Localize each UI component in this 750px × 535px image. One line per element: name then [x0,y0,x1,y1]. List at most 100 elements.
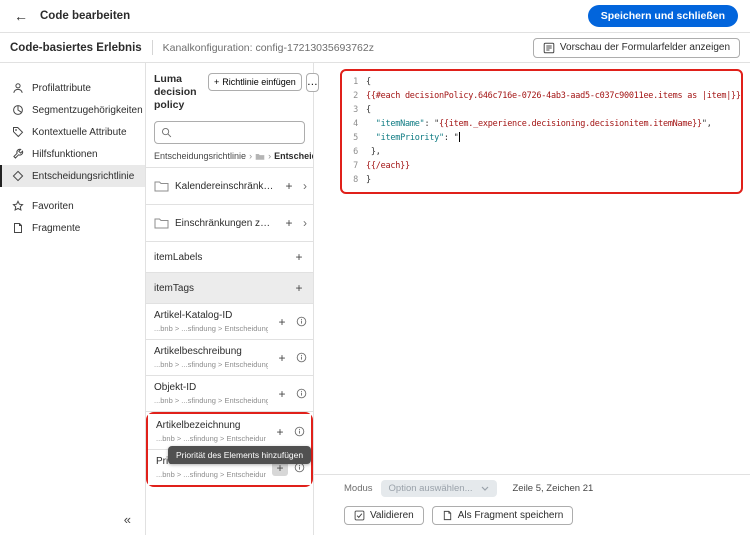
chevron-down-icon [481,486,489,491]
list-item-itemlabels[interactable]: itemLabels + [146,242,313,274]
list-item-label: Artikel-Katalog-ID [154,310,233,322]
sidebar-item-segment-memberships[interactable]: Segmentzugehörigkeiten [0,99,145,121]
preview-form-fields-button[interactable]: Vorschau der Formularfelder anzeigen [532,37,740,58]
search-icon [161,127,172,138]
red-annotation-box: Artikelbezeichnung ...bnb > ...sfindung … [146,412,313,488]
list-item-article-name[interactable]: Artikelbezeichnung ...bnb > ...sfindung … [148,414,311,451]
collapse-sidebar-button[interactable]: « [124,512,131,527]
code-editor[interactable]: 1{2 {{#each decisionPolicy.646c716e-0726-… [314,63,750,474]
list-item-label: Einschränkungen zum Artikel [175,217,275,229]
list-item-label: Artikelbeschreibung [154,346,242,358]
list-item-path: ...bnb > ...sfindung > Entscheidungsarti… [156,470,266,480]
validate-label: Validieren [370,510,414,521]
list-item-path: ...bnb > ...sfindung > Entscheidungsarti… [154,360,268,370]
add-button[interactable]: + [291,249,307,265]
add-button[interactable]: + [274,386,290,402]
code-line[interactable]: 3{ [342,103,739,117]
preview-button-label: Vorschau der Formularfelder anzeigen [559,42,730,53]
breadcrumb: Entscheidungsrichtlinie › › Entscheidu..… [146,150,313,167]
list-item-calendar-constraints[interactable]: Kalendereinschränkungen... + › [146,168,313,206]
info-icon[interactable] [296,352,307,363]
channel-config: Kanalkonfiguration: config-1721303569376… [162,41,374,54]
add-button[interactable]: + [291,280,307,296]
chevron-right-icon: › [249,151,253,162]
save-fragment-button[interactable]: Als Fragment speichern [431,506,574,525]
list-item-article-catalog-id[interactable]: Artikel-Katalog-ID ...bnb > ...sfindung … [146,304,313,341]
sidebar-item-decision-policy[interactable]: Entscheidungsrichtlinie [0,165,145,187]
cursor-position: Zeile 5, Zeichen 21 [512,482,594,494]
code-line[interactable]: 5 "itemPriority": " [342,131,739,145]
add-button[interactable]: + [274,314,290,330]
header-bar: ← Code bearbeiten Speichern und schließe… [0,0,750,33]
sidebar-item-label: Hilfsfunktionen [32,148,98,160]
mode-label: Modus [344,482,373,494]
list-item-path: ...bnb > ...sfindung > Entscheidungsarti… [154,324,268,334]
add-button[interactable]: + [281,178,297,194]
search-box[interactable] [154,121,305,145]
insert-policy-button[interactable]: + Richtlinie einfügen [208,73,302,91]
add-button[interactable]: + [274,350,290,366]
list-item-itemtags[interactable]: itemTags + [146,273,313,305]
sidebar-item-contextual-attributes[interactable]: Kontextuelle Attribute [0,121,145,143]
breadcrumb-root[interactable]: Entscheidungsrichtlinie [154,151,246,161]
sidebar-item-label: Fragmente [32,222,81,234]
sidebar-item-label: Kontextuelle Attribute [32,126,127,138]
sidebar-item-fragments[interactable]: Fragmente [0,217,145,239]
info-icon[interactable] [294,462,305,473]
code-line[interactable]: 7 {{/each}} [342,159,739,173]
folder-icon[interactable] [255,152,265,161]
info-icon[interactable] [296,316,307,327]
list-item-label: itemTags [154,282,195,294]
mode-select-value: Option auswählen... [388,482,473,494]
back-icon[interactable]: ← [14,8,28,24]
add-button[interactable]: + [281,215,297,231]
list-item-article-description[interactable]: Artikelbeschreibung ...bnb > ...sfindung… [146,340,313,377]
add-button[interactable]: + [272,424,288,440]
tag-icon [12,126,24,138]
code-line[interactable]: 4 "itemName": "{{item._experience.decisi… [342,117,739,131]
validate-button[interactable]: Validieren [344,506,424,525]
sidebar-item-label: Profilattribute [32,82,91,94]
save-close-button[interactable]: Speichern und schließen [587,5,738,27]
expand-chevron-icon[interactable]: › [303,216,307,230]
code-line[interactable]: 6 }, [342,145,739,159]
code-line[interactable]: 1{ [342,75,739,89]
wrench-icon [12,148,24,160]
search-input[interactable] [177,127,298,139]
code-line[interactable]: 8} [342,173,739,187]
line-number: 6 [353,147,358,157]
code-editor-panel: 1{2 {{#each decisionPolicy.646c716e-0726-… [314,63,750,535]
save-fragment-label: Als Fragment speichern [457,510,564,521]
list-item-path: ...bnb > ...sfindung > Entscheidungsarti… [154,396,268,406]
list-item-item-constraints[interactable]: Einschränkungen zum Artikel + › [146,205,313,243]
info-icon[interactable] [296,388,307,399]
line-number: 4 [353,119,358,129]
list-item-label: Objekt-ID [154,382,197,394]
editor-status-bar: Modus Option auswählen... Zeile 5, Zeich… [314,474,750,501]
sidebar-item-label: Segmentzugehörigkeiten [32,104,143,116]
sidebar-item-favorites[interactable]: Favoriten [0,195,145,217]
policy-title: Luma decision policy [154,73,197,112]
expand-chevron-icon[interactable]: › [303,179,307,193]
info-icon[interactable] [294,426,305,437]
validate-icon [354,510,365,521]
sidebar-item-helper-functions[interactable]: Hilfsfunktionen [0,143,145,165]
sidebar-item-profile-attributes[interactable]: Profilattribute [0,77,145,99]
line-number: 1 [353,77,358,87]
list-item-path: ...bnb > ...sfindung > Entscheidungsarti… [156,434,266,444]
sidebar-item-label: Entscheidungsrichtlinie [32,170,135,182]
line-number: 2 [353,91,358,101]
code-annotation-box: 1{2 {{#each decisionPolicy.646c716e-0726-… [340,69,743,194]
plus-icon: + [214,77,220,87]
list-item-label: Kalendereinschränkungen... [175,180,275,192]
app-toolbar: Code-basiertes Erlebnis Kanalkonfigurati… [0,33,750,63]
form-preview-icon [543,42,555,54]
person-icon [12,82,24,94]
breadcrumb-current[interactable]: Entscheidu... [274,151,313,161]
mode-select[interactable]: Option auswählen... [380,479,497,497]
code-line[interactable]: 2 {{#each decisionPolicy.646c716e-0726-4a… [342,89,741,103]
list-item-label: Artikelbezeichnung [156,420,241,432]
code-lines[interactable]: 1{2 {{#each decisionPolicy.646c716e-0726-… [342,75,741,187]
list-item-object-id[interactable]: Objekt-ID ...bnb > ...sfindung > Entsche… [146,376,313,413]
editor-actions: Validieren Als Fragment speichern [314,501,750,535]
